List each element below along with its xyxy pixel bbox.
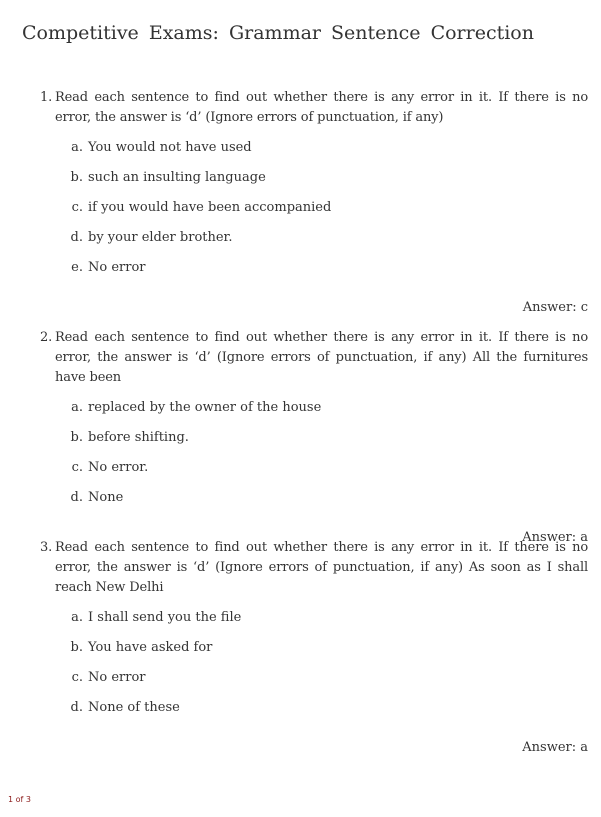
option-letter: a. [71, 610, 83, 625]
option-text: No error. [88, 460, 149, 475]
question-number: 1. [40, 90, 53, 105]
question-text: Read each sentence to find out whether t… [55, 330, 588, 385]
option-c: c. No error [40, 668, 588, 698]
option-c: c. if you would have been accompanied [40, 198, 588, 228]
option-c: c. No error. [40, 458, 588, 488]
question-text: Read each sentence to find out whether t… [55, 90, 588, 125]
option-letter: b. [70, 640, 83, 655]
option-a: a. replaced by the owner of the house [40, 398, 588, 428]
option-letter: b. [70, 170, 83, 185]
option-d: d. None [40, 488, 588, 518]
option-text: I shall send you the file [88, 610, 242, 625]
option-text: by your elder brother. [88, 230, 233, 245]
option-text: You would not have used [88, 140, 252, 155]
question-2: 2. Read each sentence to find out whethe… [40, 328, 588, 548]
option-letter: c. [71, 200, 83, 215]
option-letter: d. [70, 700, 83, 715]
option-list: a. I shall send you the file b. You have a… [40, 608, 588, 728]
option-letter: c. [71, 670, 83, 685]
answer-label: Answer: a [522, 740, 588, 755]
option-letter: d. [70, 230, 83, 245]
option-e: e. No error [40, 258, 588, 288]
option-text: None [88, 490, 124, 505]
option-text: You have asked for [88, 640, 213, 655]
option-b: b. before shifting. [40, 428, 588, 458]
option-list: a. replaced by the owner of the house b. b… [40, 398, 588, 518]
option-letter: a. [71, 140, 83, 155]
option-letter: e. [71, 260, 83, 275]
option-b: b. You have asked for [40, 638, 588, 668]
option-letter: d. [70, 490, 83, 505]
question-1: 1. Read each sentence to find out whethe… [40, 88, 588, 318]
option-text: None of these [88, 700, 180, 715]
page-number: 1 of 3 [8, 795, 31, 804]
option-letter: c. [71, 460, 83, 475]
page-title: Competitive Exams: Grammar Sentence Corr… [22, 22, 534, 44]
option-text: replaced by the owner of the house [88, 400, 322, 415]
option-list: a. You would not have used b. such an insu… [40, 138, 588, 288]
option-a: a. I shall send you the file [40, 608, 588, 638]
option-text: such an insulting language [88, 170, 266, 185]
question-number: 3. [40, 540, 53, 555]
option-letter: a. [71, 400, 83, 415]
option-letter: b. [70, 430, 83, 445]
option-a: a. You would not have used [40, 138, 588, 168]
option-text: No error [88, 260, 146, 275]
question-number: 2. [40, 330, 53, 345]
option-b: b. such an insulting language [40, 168, 588, 198]
option-d: d. by your elder brother. [40, 228, 588, 258]
question-3: 3. Read each sentence to find out whethe… [40, 538, 588, 758]
question-stem: 2. Read each sentence to find out whethe… [40, 328, 588, 388]
question-stem: 3. Read each sentence to find out whethe… [40, 538, 588, 598]
option-text: if you would have been accompanied [88, 200, 332, 215]
option-text: No error [88, 670, 146, 685]
option-text: before shifting. [88, 430, 189, 445]
answer-label: Answer: c [522, 300, 588, 315]
question-text: Read each sentence to find out whether t… [55, 540, 588, 595]
option-d: d. None of these [40, 698, 588, 728]
question-stem: 1. Read each sentence to find out whethe… [40, 88, 588, 128]
